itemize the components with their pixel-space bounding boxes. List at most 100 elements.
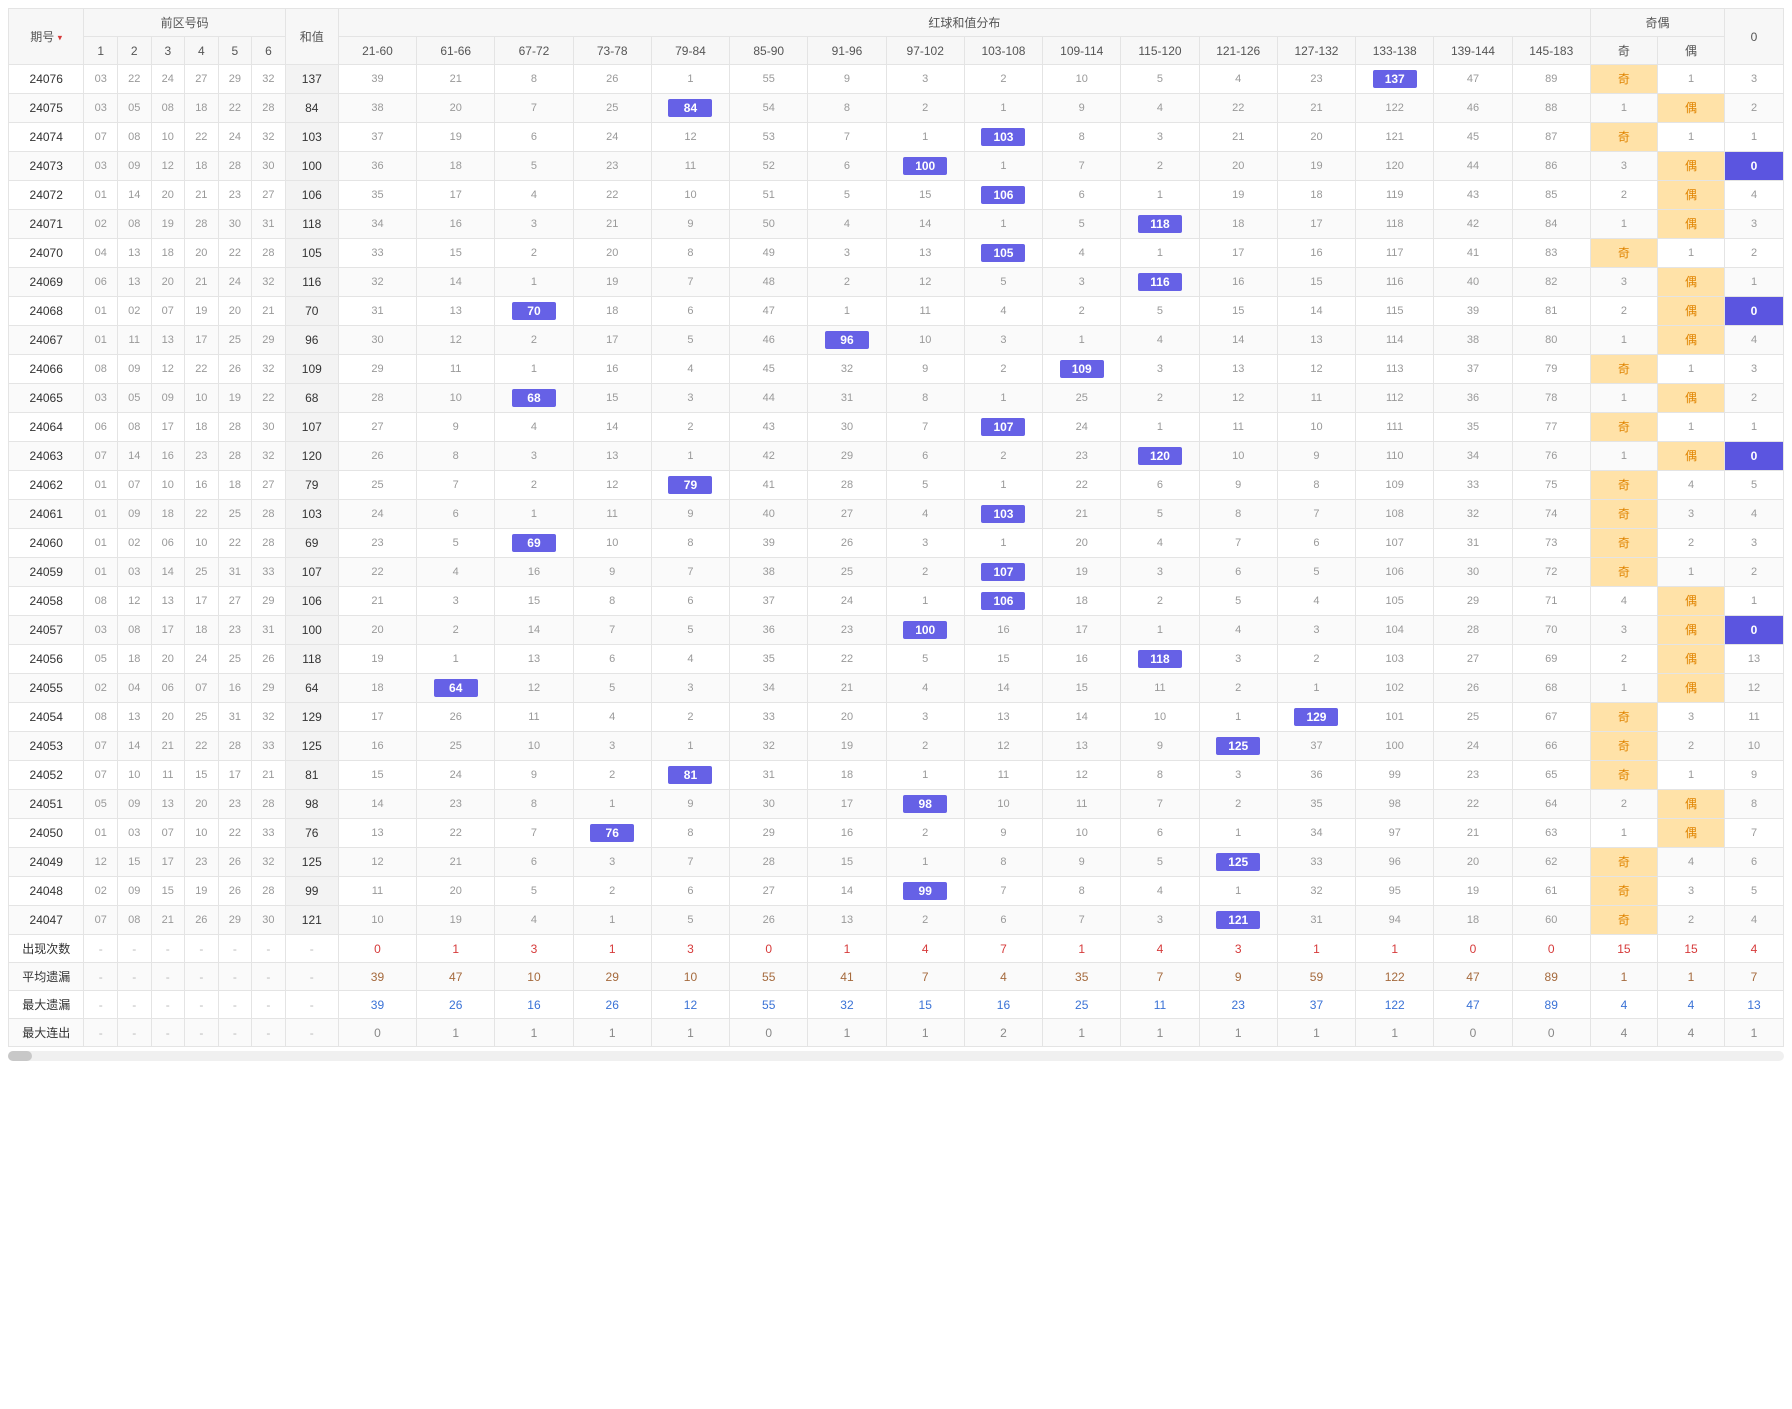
cell-dist: 1 — [886, 123, 964, 152]
cell-dist: 2 — [886, 94, 964, 123]
cell-zero: 11 — [1725, 703, 1784, 732]
stat-value: 1 — [1356, 1019, 1434, 1047]
cell-period: 24050 — [9, 819, 84, 848]
cell-dist: 2 — [417, 616, 495, 645]
cell-qz: 30 — [218, 210, 252, 239]
cell-qz: 24 — [151, 65, 185, 94]
cell-qz: 27 — [252, 471, 286, 500]
cell-dist: 76 — [573, 819, 651, 848]
cell-qz: 01 — [84, 819, 118, 848]
cell-dist: 47 — [730, 297, 808, 326]
cell-dist: 1 — [573, 790, 651, 819]
cell-dist: 1 — [651, 732, 729, 761]
cell-dist: 70 — [1512, 616, 1590, 645]
cell-parity: 3 — [1590, 268, 1657, 297]
cell-dist: 6 — [1277, 529, 1355, 558]
cell-dist: 2 — [964, 442, 1042, 471]
stat-value: 1 — [1725, 1019, 1784, 1047]
cell-qz: 29 — [252, 326, 286, 355]
cell-dist: 8 — [1277, 471, 1355, 500]
cell-dist: 52 — [730, 152, 808, 181]
cell-dist: 1 — [964, 152, 1042, 181]
cell-period: 24059 — [9, 558, 84, 587]
col-period[interactable]: 期号 ▾ — [9, 9, 84, 65]
cell-qz: 25 — [185, 703, 219, 732]
stat-dash: - — [185, 1019, 219, 1047]
cell-dist: 16 — [417, 210, 495, 239]
cell-dist: 84 — [651, 94, 729, 123]
cell-qz: 20 — [185, 790, 219, 819]
cell-qz: 17 — [151, 616, 185, 645]
cell-dist: 39 — [338, 65, 416, 94]
hit-value: 84 — [668, 99, 712, 117]
cell-dist: 106 — [964, 587, 1042, 616]
stat-dash: - — [252, 935, 286, 963]
horizontal-scrollbar[interactable] — [8, 1051, 1784, 1061]
cell-qz: 28 — [252, 94, 286, 123]
cell-dist: 2 — [886, 906, 964, 935]
col-parity: 奇 — [1590, 37, 1657, 65]
cell-dist: 64 — [1512, 790, 1590, 819]
sort-icon: ▾ — [58, 32, 63, 42]
cell-dist: 111 — [1356, 413, 1434, 442]
parity-hit: 偶 — [1658, 94, 1724, 122]
cell-qz: 02 — [84, 674, 118, 703]
cell-dist: 3 — [495, 210, 573, 239]
cell-dist: 1 — [495, 355, 573, 384]
cell-dist: 2 — [964, 355, 1042, 384]
stat-value: 0 — [338, 935, 416, 963]
cell-qz: 28 — [252, 500, 286, 529]
cell-dist: 11 — [573, 500, 651, 529]
cell-dist: 12 — [417, 326, 495, 355]
cell-qz: 13 — [151, 587, 185, 616]
cell-qz: 01 — [84, 529, 118, 558]
cell-parity: 偶 — [1657, 181, 1724, 210]
cell-qz: 17 — [151, 413, 185, 442]
stat-value: 39 — [338, 963, 416, 991]
cell-hezhi: 81 — [285, 761, 338, 790]
cell-dist: 32 — [1277, 877, 1355, 906]
cell-qz: 33 — [252, 819, 286, 848]
cell-dist: 20 — [417, 877, 495, 906]
cell-period: 24053 — [9, 732, 84, 761]
cell-qz: 17 — [151, 848, 185, 877]
table-row: 2404802091519262899112052627149978413295… — [9, 877, 1784, 906]
cell-qz: 22 — [218, 94, 252, 123]
cell-qz: 07 — [84, 123, 118, 152]
cell-dist: 10 — [417, 384, 495, 413]
cell-dist: 23 — [1277, 65, 1355, 94]
cell-qz: 29 — [252, 674, 286, 703]
cell-dist: 25 — [338, 471, 416, 500]
hit-value: 79 — [668, 476, 712, 494]
scrollbar-thumb[interactable] — [8, 1051, 32, 1061]
cell-qz: 22 — [185, 732, 219, 761]
cell-dist: 18 — [338, 674, 416, 703]
stat-value: 3 — [651, 935, 729, 963]
cell-hezhi: 68 — [285, 384, 338, 413]
cell-qz: 22 — [218, 819, 252, 848]
cell-hezhi: 100 — [285, 152, 338, 181]
cell-qz: 01 — [84, 326, 118, 355]
stat-value: 13 — [1725, 991, 1784, 1019]
cell-parity: 2 — [1657, 529, 1724, 558]
table-row: 2405105091320232898142381930179810117235… — [9, 790, 1784, 819]
parity-hit: 奇 — [1591, 65, 1657, 93]
cell-qz: 20 — [218, 297, 252, 326]
cell-dist: 12 — [1277, 355, 1355, 384]
cell-parity: 奇 — [1590, 355, 1657, 384]
cell-dist: 6 — [495, 123, 573, 152]
cell-dist: 6 — [808, 152, 886, 181]
cell-dist: 14 — [1277, 297, 1355, 326]
cell-dist: 19 — [417, 123, 495, 152]
col-qz-5: 5 — [218, 37, 252, 65]
hit-value: 137 — [1373, 70, 1417, 88]
cell-dist: 8 — [417, 442, 495, 471]
cell-parity: 4 — [1590, 587, 1657, 616]
stat-value: 1 — [1121, 1019, 1199, 1047]
hit-value: 103 — [981, 128, 1025, 146]
cell-dist: 1 — [1121, 616, 1199, 645]
cell-dist: 4 — [1121, 877, 1199, 906]
cell-dist: 10 — [964, 790, 1042, 819]
cell-qz: 30 — [252, 906, 286, 935]
cell-dist: 14 — [1199, 326, 1277, 355]
